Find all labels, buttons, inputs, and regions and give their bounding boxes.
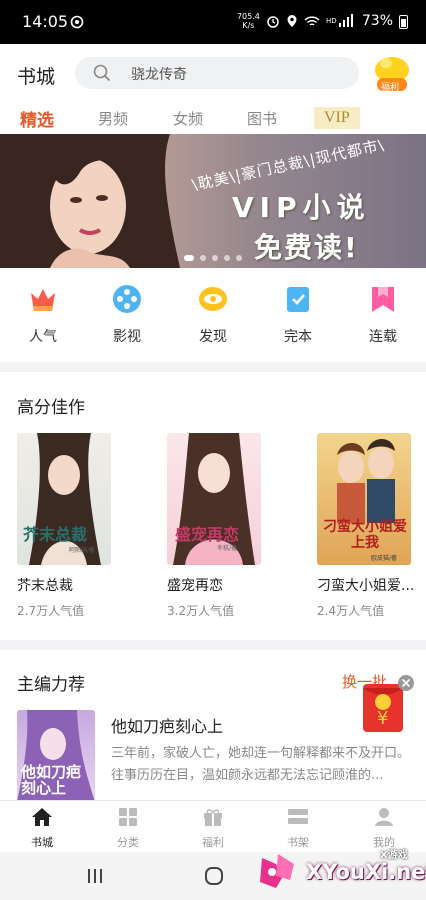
book-description: 三年前，家破人亡，她却连一句解释都来不及开口。往事历历在目，温如颜永远都无法忘记… (111, 746, 411, 783)
book-cover: 盛宠再恋 冬糕/著 (167, 433, 261, 565)
svg-text:¥: ¥ (377, 708, 388, 729)
book-check-icon (287, 287, 309, 312)
channel-tabs: 精选 男频 女频 图书 VIP (0, 102, 426, 132)
crown-icon (31, 289, 55, 311)
nav-bookstore[interactable]: 书城 (12, 807, 72, 850)
page-title: 书城 (17, 66, 56, 88)
tab-books[interactable]: 图书 (247, 108, 277, 129)
book-cover: 芥末总裁 阿陌萌/著 (17, 433, 111, 565)
film-reel-icon (113, 285, 141, 313)
cover-author: 冬糕/著 (217, 545, 238, 552)
carousel-dot (224, 255, 230, 261)
bookshelf-icon (288, 809, 308, 824)
book-popularity: 3.2万人气值 (167, 604, 235, 618)
carousel-dot (200, 255, 206, 261)
book-card[interactable]: 盛宠再恋 冬糕/著 盛宠再恋 3.2万人气值 (167, 433, 277, 619)
status-bar: 14:05 705.4 K/s HD 73% (0, 0, 426, 44)
section-title-high-score: 高分佳作 (17, 398, 85, 418)
nav-category[interactable]: 分类 (98, 807, 158, 850)
book-title: 盛宠再恋 (167, 578, 223, 594)
cover-title: 盛宠再恋 (175, 525, 240, 544)
search-bar[interactable]: 骁龙传奇 (75, 57, 359, 89)
tab-vip[interactable]: VIP (314, 107, 360, 129)
tab-female[interactable]: 女频 (173, 108, 203, 129)
home-icon (32, 808, 52, 826)
search-placeholder: 骁龙传奇 (131, 67, 187, 83)
book-card[interactable]: 刁蛮大小姐爱上我 欧皮猫/著 刁蛮大小姐爱... 2.4万人气值 (317, 433, 426, 619)
gamepad-logo-icon (260, 854, 294, 888)
promo-banner[interactable]: \耽美\|豪门总裁\|现代都市\ VIP小说 免费读! (0, 134, 426, 268)
gift-label: 福利 (381, 83, 400, 93)
carousel-dots (184, 255, 242, 261)
clock: 14:05 (22, 12, 69, 31)
signal-icon: HD (326, 14, 353, 27)
book-title: 芥末总裁 (17, 578, 73, 594)
wifi-icon (304, 15, 320, 26)
network-speed: 705.4 K/s (236, 12, 260, 30)
category-completed[interactable]: 完本 (268, 284, 328, 346)
book-cover: 刁蛮大小姐爱上我 欧皮猫/著 (317, 433, 411, 565)
category-shortcuts: 人气 影视 发现 完本 连载 (0, 276, 426, 356)
location-icon (287, 15, 297, 27)
cover-author: 欧皮猫/著 (371, 555, 398, 562)
svg-text:HD: HD (326, 17, 337, 25)
book-title: 刁蛮大小姐爱... (317, 578, 415, 594)
category-popular[interactable]: 人气 (13, 284, 73, 346)
gift-icon (204, 809, 222, 826)
alarm-icon (267, 16, 279, 28)
category-film[interactable]: 影视 (97, 284, 157, 346)
cover-illustration (173, 433, 255, 565)
bookmark-icon (372, 287, 394, 312)
home-button-icon[interactable] (204, 866, 224, 886)
status-icons: 705.4 K/s HD 73% (237, 12, 408, 30)
battery-percent: 73% (361, 13, 393, 29)
book-popularity: 2.4万人气值 (317, 604, 385, 618)
search-icon (93, 64, 111, 82)
grid-icon (119, 808, 137, 826)
carousel-dot (212, 255, 218, 261)
welfare-gift-button[interactable]: 福利 (372, 52, 412, 96)
carousel-dot (184, 255, 194, 261)
section-divider (0, 362, 426, 372)
close-icon[interactable] (397, 674, 415, 692)
app-header: 书城 骁龙传奇 福利 (0, 44, 426, 102)
cover-title: 芥末总裁 (23, 525, 88, 544)
tab-male[interactable]: 男频 (98, 108, 128, 129)
book-title[interactable]: 他如刀疤刻心上 (111, 713, 223, 737)
tab-featured[interactable]: 精选 (20, 106, 54, 131)
cover-illustration (29, 433, 101, 565)
watermark-small: X游戏 (380, 850, 408, 861)
battery-icon (399, 14, 408, 29)
watermark-text: XYouXi.net (306, 860, 426, 884)
site-watermark: X游戏 XYouXi.net (256, 844, 426, 896)
sync-icon (70, 15, 84, 29)
banner-subheadline: 免费读! (254, 231, 359, 264)
section-title-editor-pick: 主编力荐 (17, 675, 85, 695)
cover-title: 他如刀疤刻心上 (21, 763, 82, 797)
carousel-dot (236, 255, 242, 261)
cover-author: 阿陌萌/著 (69, 547, 96, 554)
book-card[interactable]: 芥末总裁 阿陌萌/著 芥末总裁 2.7万人气值 (17, 433, 127, 619)
nav-welfare[interactable]: 福利 (183, 807, 243, 850)
category-discover[interactable]: 发现 (183, 284, 243, 346)
category-serial[interactable]: 连载 (353, 284, 413, 346)
cover-title: 刁蛮大小姐爱上我 (323, 519, 407, 551)
user-icon (375, 808, 393, 826)
book-cover[interactable]: 他如刀疤刻心上 (17, 710, 95, 802)
banner-portrait (0, 134, 180, 268)
banner-headline: VIP小说 (232, 191, 371, 224)
book-popularity: 2.7万人气值 (17, 604, 85, 618)
recent-apps-icon[interactable] (86, 868, 104, 884)
red-packet-button[interactable]: ¥ (361, 675, 414, 734)
section-divider (0, 640, 426, 650)
eye-icon (199, 287, 227, 311)
